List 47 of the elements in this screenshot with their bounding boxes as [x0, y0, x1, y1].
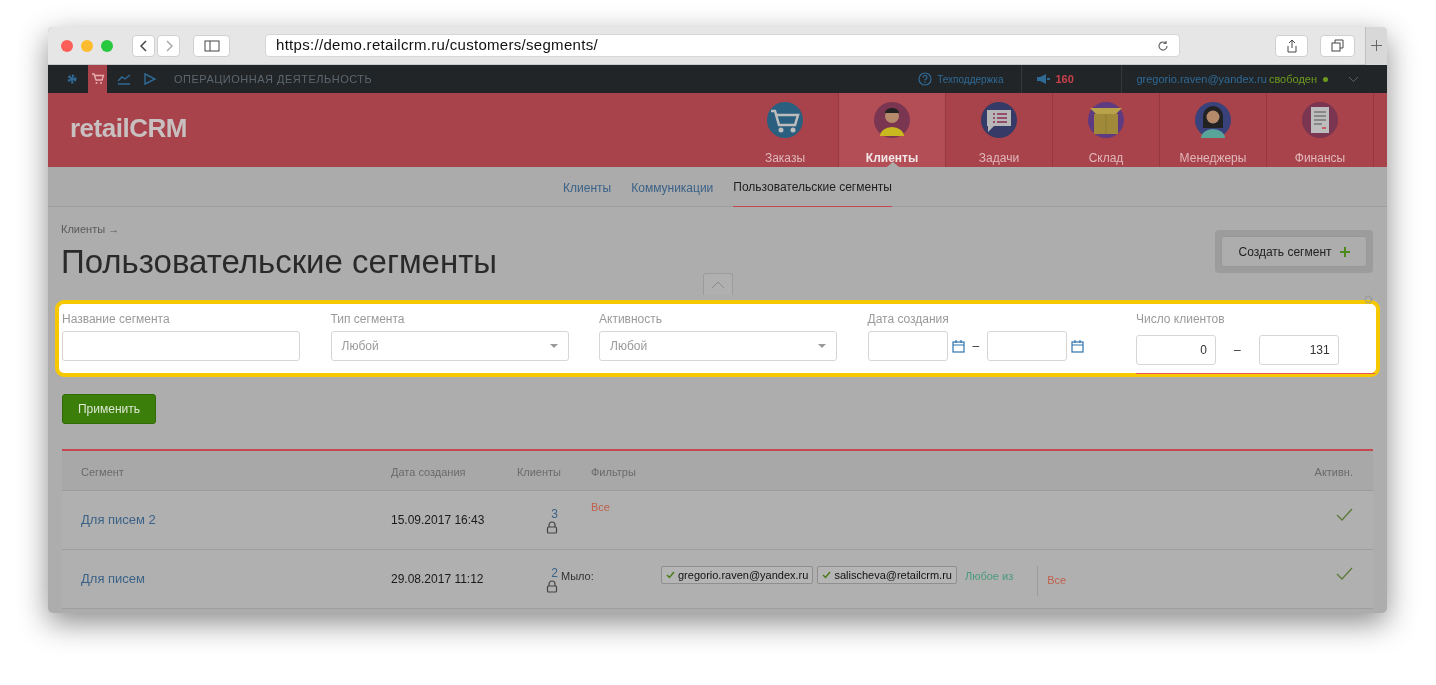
column-header: Дата создания — [391, 465, 466, 478]
select-field[interactable]: Любой — [599, 331, 837, 361]
date-text: 29.08.2017 11:12 — [391, 572, 484, 586]
nav-tab[interactable]: Склад — [1053, 93, 1160, 167]
nav-tab[interactable]: Клиенты — [839, 93, 946, 167]
subnav-tab[interactable]: Пользовательские сегменты — [733, 167, 892, 207]
filter-label: Мыло: — [561, 569, 595, 584]
nav-tab[interactable]: Финансы — [1267, 93, 1374, 167]
section-title: ОПЕРАЦИОННАЯ ДЕЯТЕЛЬНОСТЬ — [174, 71, 373, 87]
filter-mode: Любое из — [964, 569, 1014, 584]
input-field[interactable]: 131 — [1258, 335, 1339, 365]
notification-count[interactable]: 160 — [1055, 70, 1074, 88]
field-label: Активность — [599, 311, 663, 327]
column-header: Активн. — [1314, 465, 1353, 478]
create-segment-button[interactable]: Создать сегмент — [1221, 236, 1367, 267]
field-label: Тип сегмента — [330, 311, 406, 327]
filter-tag: salischeva@retailcrm.ru — [817, 566, 957, 584]
logo[interactable]: retailCRM — [70, 108, 187, 148]
select-field[interactable]: Любой — [330, 331, 569, 361]
range-dash: – — [972, 338, 980, 355]
nav-tab[interactable]: Менеджеры — [1160, 93, 1267, 167]
field-label: Название сегмента — [62, 311, 171, 327]
user-email[interactable]: gregorio.raven@yandex.ru — [1136, 70, 1267, 88]
address-field[interactable]: https://demo.retailcrm.ru/customers/segments/ — [265, 34, 1180, 57]
column-header: Сегмент — [81, 465, 124, 478]
segment-link[interactable]: Для писем — [81, 571, 145, 586]
nav-tab[interactable]: Задачи — [946, 93, 1053, 167]
date-text: 15.09.2017 16:43 — [391, 513, 485, 527]
clients-count-link[interactable]: 3 — [551, 507, 558, 521]
input-field[interactable]: 0 — [1136, 335, 1216, 365]
filter-tag: gregorio.raven@yandex.ru — [661, 566, 814, 584]
filter-scope: Все — [591, 500, 610, 515]
page-title: Пользовательские сегменты — [61, 241, 498, 282]
column-header: Клиенты — [516, 465, 561, 478]
clients-count-link[interactable]: 2 — [551, 566, 558, 580]
field-label: Число клиентов — [1136, 311, 1226, 327]
segment-link[interactable]: Для писем 2 — [81, 512, 156, 527]
column-header: Фильтры — [591, 465, 636, 478]
user-status: свободен — [1268, 71, 1317, 87]
range-dash: – — [1234, 342, 1241, 359]
apply-button[interactable]: Применить — [62, 394, 156, 424]
url-text: https://demo.retailcrm.ru/customers/segments/ — [276, 35, 598, 56]
subnav-tab[interactable]: Коммуникации — [631, 167, 714, 207]
field-label: Дата создания — [867, 311, 950, 327]
subnav-tab[interactable]: Клиенты — [563, 167, 612, 207]
breadcrumb[interactable]: Клиенты → — [61, 221, 498, 238]
filter-scope: Все — [1047, 573, 1067, 588]
